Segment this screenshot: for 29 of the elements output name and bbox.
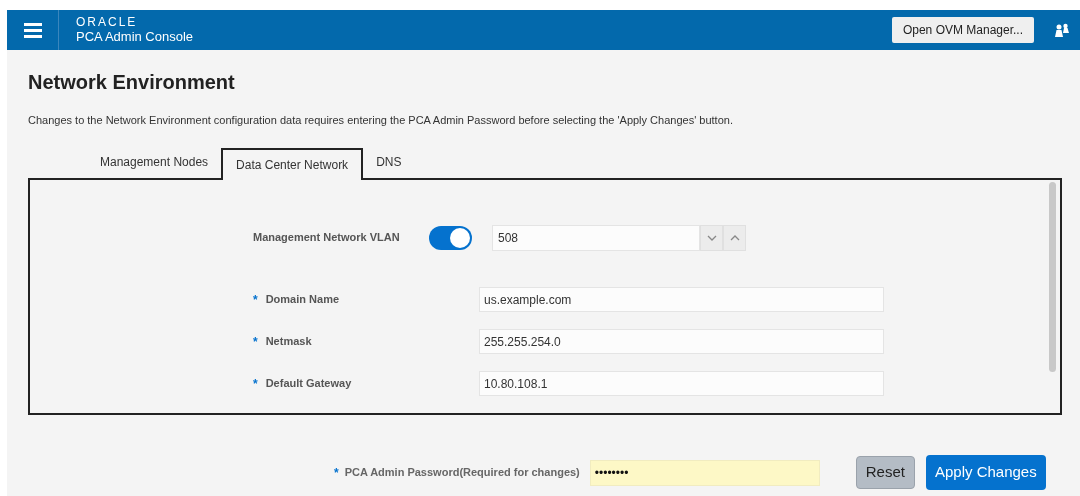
- text-field[interactable]: 10.80.108.1: [479, 371, 884, 396]
- tab[interactable]: Management Nodes: [87, 145, 222, 178]
- required-mark: *: [253, 291, 258, 309]
- chevron-up-icon: [729, 234, 740, 241]
- field-label: Management Network VLAN: [253, 230, 400, 246]
- tab[interactable]: DNS: [363, 145, 415, 178]
- apply-changes-button[interactable]: Apply Changes: [925, 455, 1046, 490]
- chevron-down-icon: [706, 234, 717, 241]
- field-label: Default Gateway: [265, 376, 352, 392]
- field-label: Netmask: [265, 334, 312, 350]
- brand-logo: ORACLE: [76, 15, 139, 29]
- users-icon[interactable]: [1054, 23, 1070, 37]
- app-title: PCA Admin Console: [76, 28, 194, 45]
- password-field[interactable]: ••••••••: [589, 459, 820, 486]
- open-ovm-button[interactable]: Open OVM Manager...: [891, 17, 1034, 43]
- required-mark: *: [253, 375, 258, 393]
- page-description: Changes to the Network Environment configuration data requires entering the PCA Admin Password before selecting the 'Apply Changes' button.: [28, 113, 734, 128]
- number-field[interactable]: 508: [492, 224, 700, 251]
- text-field[interactable]: 255.255.254.0: [479, 329, 884, 354]
- page-title: Network Environment: [28, 70, 236, 94]
- password-label: PCA Admin Password(Required for changes): [344, 465, 580, 481]
- text-field[interactable]: us.example.com: [479, 287, 884, 312]
- toggle-switch[interactable]: [429, 225, 472, 250]
- reset-button[interactable]: Reset: [855, 456, 915, 489]
- required-mark: *: [334, 464, 339, 482]
- field-label: Domain Name: [265, 292, 340, 308]
- required-mark: *: [253, 333, 258, 351]
- tab[interactable]: Data Center Network: [221, 147, 364, 180]
- scrollbar[interactable]: [1049, 181, 1056, 372]
